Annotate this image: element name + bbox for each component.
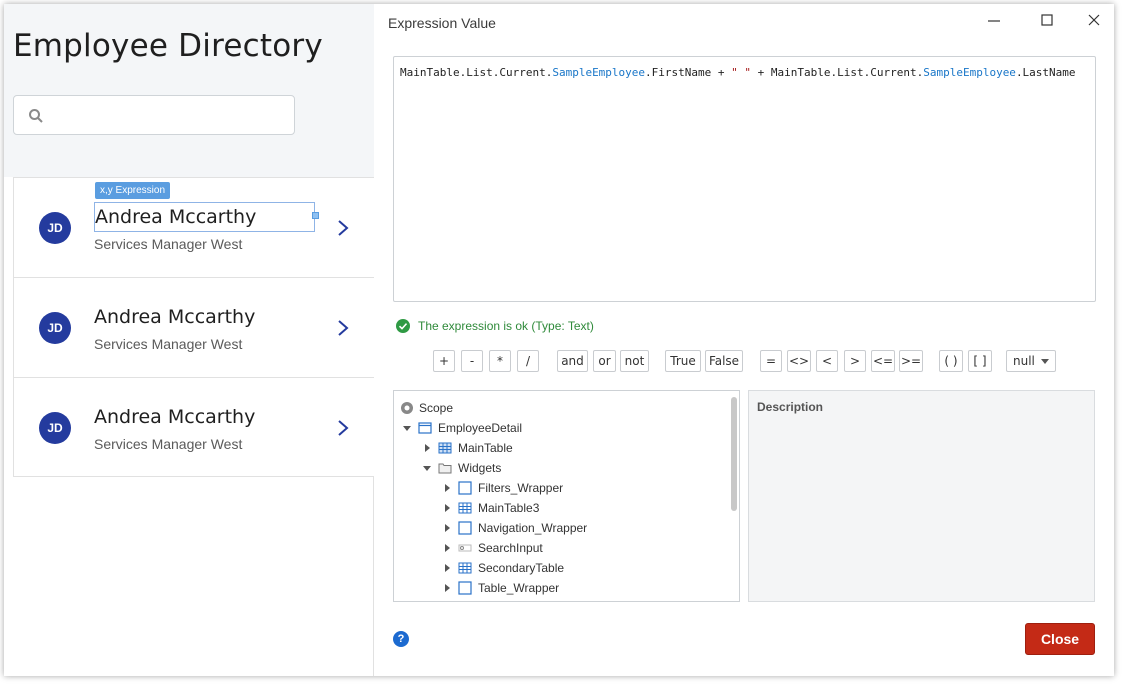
radio-dot-icon [401,402,413,414]
op-and-button[interactable]: and [557,350,588,372]
chevron-right-icon[interactable] [336,318,350,338]
avatar: JD [39,212,71,244]
op-greater-equal-button[interactable]: >= [899,350,923,372]
table-widget-icon [458,502,472,514]
caret-right-icon[interactable] [442,563,452,573]
description-panel: Description [748,390,1095,602]
search-icon [29,109,43,123]
window-close-button[interactable] [1080,10,1108,32]
chevron-down-icon [1041,359,1049,364]
employee-role: Services Manager West [94,336,243,352]
expression-dialog: Expression Value MainTable.List.Current.… [374,4,1114,676]
avatar: JD [39,412,71,444]
caret-right-icon[interactable] [422,443,432,453]
caret-right-icon[interactable] [442,583,452,593]
description-title: Description [757,400,824,414]
caret-right-icon[interactable] [442,503,452,513]
op-not-button[interactable]: not [620,350,649,372]
expression-editor[interactable]: MainTable.List.Current.SampleEmployee.Fi… [393,56,1096,302]
scope-tree: Scope EmployeeDetail MainTable Widgets F [393,390,740,602]
tree-node-maintable3[interactable]: MainTable3 [442,498,539,518]
container-icon [458,581,472,595]
close-button[interactable]: Close [1025,623,1095,655]
op-false-button[interactable]: False [705,350,743,372]
close-icon [1088,14,1100,26]
op-plus-button[interactable]: + [433,350,455,372]
expression-text[interactable]: MainTable.List.Current.SampleEmployee.Fi… [400,66,1076,79]
avatar: JD [39,312,71,344]
caret-right-icon[interactable] [442,483,452,493]
tree-node-table-wrapper[interactable]: Table_Wrapper [442,578,559,598]
search-input[interactable] [54,102,284,128]
validation-status: The expression is ok (Type: Text) [396,318,594,334]
search-box[interactable] [13,95,295,135]
employee-name: Andrea Mccarthy [94,306,256,328]
caret-right-icon[interactable] [442,523,452,533]
op-multiply-button[interactable]: * [489,350,511,372]
screen-icon [418,422,432,434]
table-widget-icon [458,562,472,574]
null-dropdown[interactable]: null [1006,350,1056,372]
tree-node-widgets[interactable]: Widgets [422,458,501,478]
tree-node-secondarytable[interactable]: SecondaryTable [442,558,564,578]
minimize-icon [988,20,1000,22]
op-greater-button[interactable]: > [844,350,866,372]
op-brackets-button[interactable]: [ ] [968,350,992,372]
op-parentheses-button[interactable]: ( ) [939,350,963,372]
list-item[interactable]: JD Andrea Mccarthy Services Manager West [13,377,374,477]
op-divide-button[interactable]: / [517,350,539,372]
chevron-right-icon[interactable] [336,218,350,238]
tree-node-employeedetail[interactable]: EmployeeDetail [402,418,522,438]
dialog-title: Expression Value [388,15,496,31]
op-minus-button[interactable]: - [461,350,483,372]
tree-node-scope[interactable]: Scope [400,398,453,418]
list-item[interactable]: JD Andrea Mccarthy Services Manager West [13,277,374,377]
selection-handle[interactable] [312,212,319,219]
op-less-equal-button[interactable]: <= [871,350,895,372]
check-circle-icon [396,319,410,333]
tree-node-maintable[interactable]: MainTable [422,438,513,458]
caret-down-icon[interactable] [402,423,412,433]
maximize-icon [1041,14,1053,26]
folder-open-icon [438,463,452,474]
chevron-right-icon[interactable] [336,418,350,438]
status-text: The expression is ok (Type: Text) [418,319,594,333]
preview-header: Employee Directory [4,4,374,177]
op-or-button[interactable]: or [593,350,616,372]
page-title: Employee Directory [13,28,323,64]
search-input-icon [458,544,472,552]
tree-node-filters-wrapper[interactable]: Filters_Wrapper [442,478,563,498]
screen-preview: Employee Directory x,y Expression JD And… [4,4,374,676]
op-equals-button[interactable]: = [760,350,782,372]
maximize-button[interactable] [1033,10,1061,32]
help-icon[interactable]: ? [393,631,409,647]
op-true-button[interactable]: True [665,350,701,372]
caret-right-icon[interactable] [442,543,452,553]
employee-name-selected[interactable]: Andrea Mccarthy [94,202,315,232]
caret-down-icon[interactable] [422,463,432,473]
employee-role: Services Manager West [94,236,243,252]
employee-list: x,y Expression JD Andrea Mccarthy Servic… [13,177,374,477]
app-window: Employee Directory x,y Expression JD And… [4,4,1114,676]
employee-role: Services Manager West [94,436,243,452]
container-icon [458,481,472,495]
tree-node-navigation-wrapper[interactable]: Navigation_Wrapper [442,518,587,538]
tree-node-searchinput[interactable]: SearchInput [442,538,543,558]
op-not-equals-button[interactable]: <> [787,350,811,372]
tree-scrollbar[interactable] [731,397,737,511]
expression-badge: x,y Expression [95,182,171,199]
employee-name: Andrea Mccarthy [94,406,256,428]
minimize-button[interactable] [980,10,1008,32]
table-icon [438,442,452,454]
list-item[interactable]: x,y Expression JD Andrea Mccarthy Servic… [13,177,374,277]
op-less-button[interactable]: < [816,350,838,372]
container-icon [458,521,472,535]
